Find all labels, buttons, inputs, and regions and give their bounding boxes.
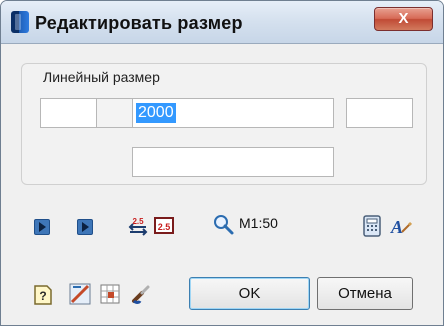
calculator-icon[interactable] [363,215,381,237]
linear-dimension-label: Линейный размер [41,69,162,85]
suffix-field[interactable] [346,98,413,128]
brush-icon[interactable] [130,283,152,305]
ok-button[interactable]: OK [189,277,310,310]
edit-dimension-window: Редактировать размер X Линейный размер 2… [0,0,444,326]
arrow-right-icon[interactable] [33,218,51,236]
help-icon[interactable]: ? [33,284,53,306]
cancel-button[interactable]: Отмена [317,277,413,310]
svg-text:2.5: 2.5 [132,217,144,226]
close-button[interactable]: X [374,7,433,31]
arrow-right-icon[interactable] [76,218,94,236]
symbol-field[interactable] [97,98,133,128]
titlebar: Редактировать размер X [1,1,443,44]
table-icon[interactable] [99,283,121,305]
style-icon[interactable]: A [388,215,412,239]
dimension-value-field[interactable]: 2000 [132,98,334,128]
window-title: Редактировать размер [35,13,243,33]
measure-icon[interactable] [69,283,91,305]
prefix-field[interactable] [40,98,97,128]
svg-text:?: ? [39,289,46,303]
dimension-value[interactable]: 2000 [136,103,176,123]
svg-text:2.5: 2.5 [158,222,171,232]
swap-values-icon[interactable]: 2.5 [127,215,149,237]
bottom-text-field[interactable] [132,147,334,177]
zoom-icon[interactable] [212,213,236,237]
text-2-5-icon[interactable]: 2.5 [154,216,174,236]
app-icon [11,11,29,33]
scale-label: M1:50 [239,215,278,231]
svg-text:A: A [390,217,403,237]
